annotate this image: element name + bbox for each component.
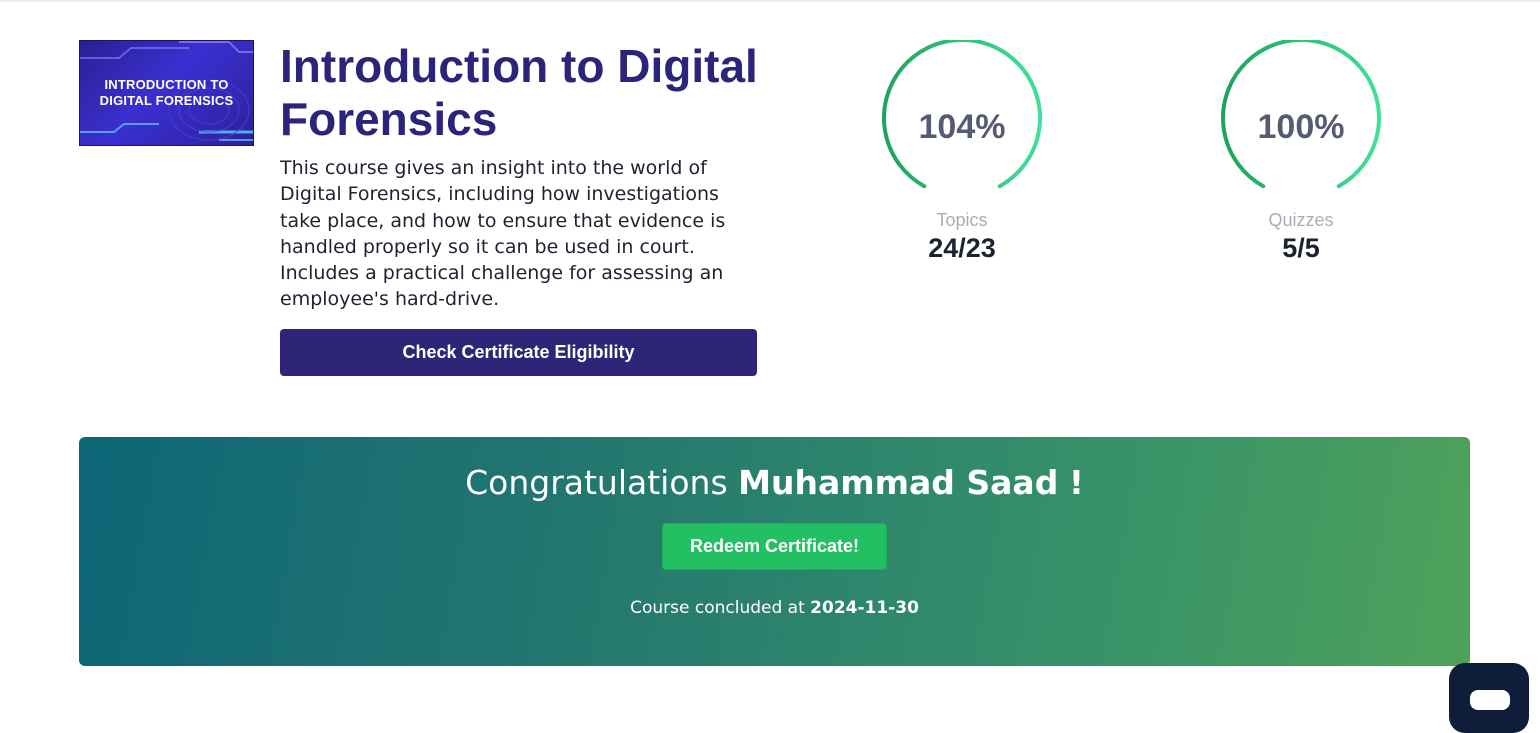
- thumbnail-title: INTRODUCTION TO DIGITAL FORENSICS: [99, 77, 234, 108]
- chat-bubble-icon: [1470, 690, 1510, 710]
- topics-progress: 104% Topics 24/23: [877, 40, 1047, 270]
- congratulations-greeting: Congratulations: [465, 463, 728, 502]
- completion-banner: Congratulations Muhammad Saad ! Redeem C…: [79, 437, 1470, 666]
- redeem-certificate-button[interactable]: Redeem Certificate!: [662, 523, 887, 570]
- top-border: [0, 0, 1540, 2]
- user-name: Muhammad Saad: [738, 463, 1059, 502]
- topics-label: Topics: [936, 210, 988, 230]
- quizzes-value: 5/5: [1282, 233, 1320, 263]
- course-title: Introduction to Digital Forensics: [280, 40, 758, 145]
- chat-widget-button[interactable]: [1449, 663, 1529, 733]
- topics-percent: 104%: [918, 108, 1006, 146]
- quizzes-label: Quizzes: [1268, 210, 1334, 230]
- concluded-prefix: Course concluded at: [630, 598, 805, 618]
- congratulations-message: Congratulations Muhammad Saad !: [79, 463, 1470, 502]
- concluded-date: 2024-11-30: [810, 598, 919, 618]
- congratulations-suffix: !: [1068, 463, 1084, 502]
- course-concluded-text: Course concluded at 2024-11-30: [79, 598, 1470, 618]
- course-description: This course gives an insight into the wo…: [280, 157, 726, 311]
- course-thumbnail: INTRODUCTION TO DIGITAL FORENSICS: [79, 40, 254, 146]
- check-certificate-eligibility-button[interactable]: Check Certificate Eligibility: [280, 329, 757, 376]
- topics-value: 24/23: [928, 233, 996, 263]
- quizzes-progress: 100% Quizzes 5/5: [1216, 40, 1386, 270]
- quizzes-percent: 100%: [1257, 108, 1345, 146]
